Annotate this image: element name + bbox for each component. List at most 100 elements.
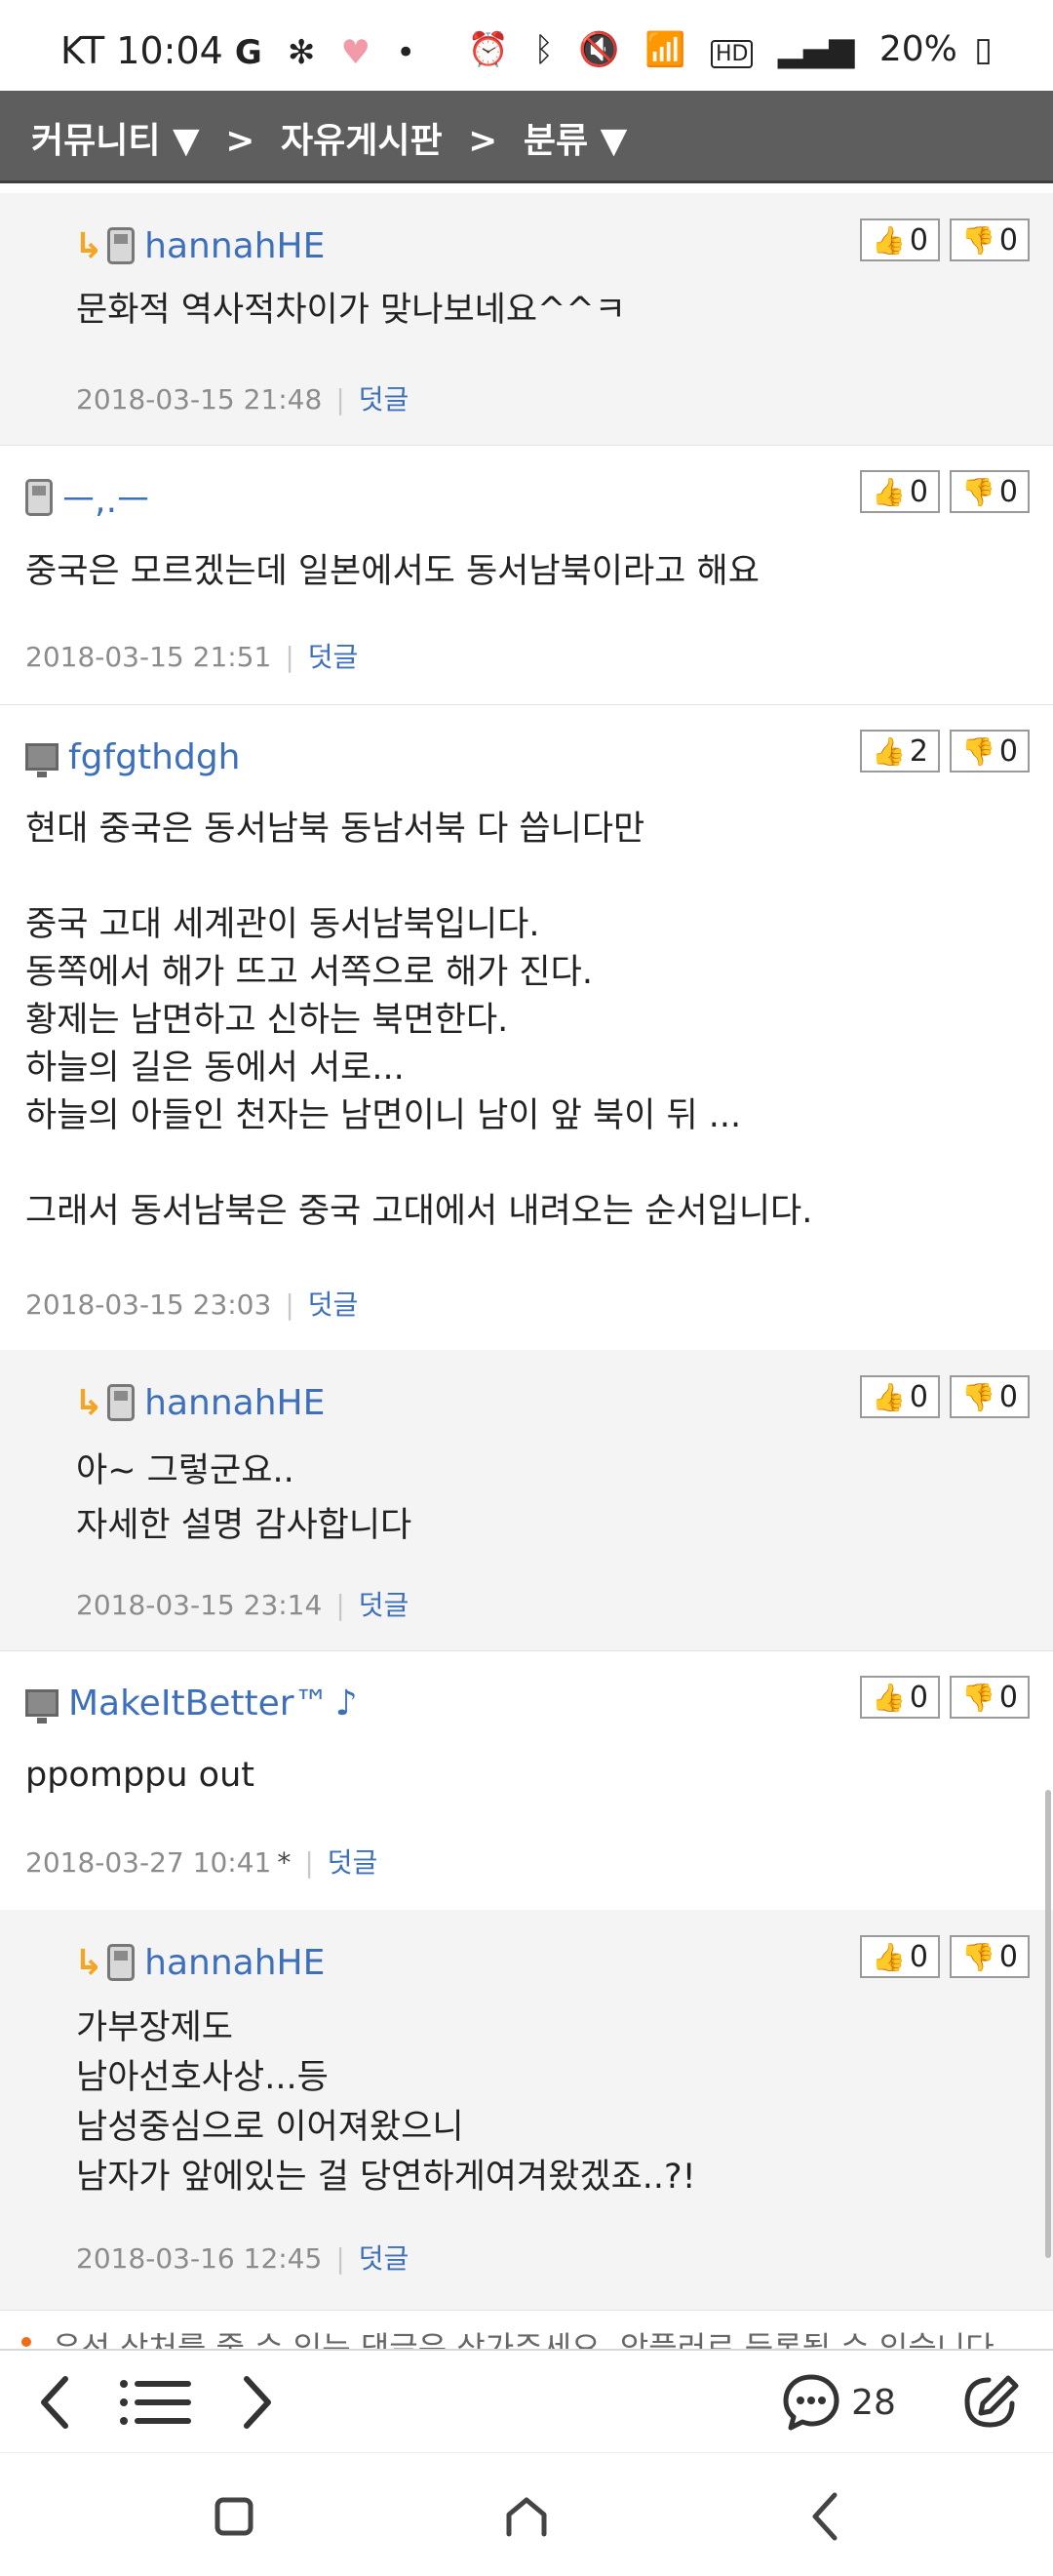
comment-text: 현대 중국은 동서남북 동남서북 다 씁니다만 중국 고대 세계관이 동서남북입… [25, 810, 813, 1231]
vote-buttons: 👍 0 👎 0 [850, 1935, 1030, 1978]
heart-icon: ♥ [340, 33, 370, 72]
recent-apps-icon [214, 2497, 254, 2536]
nav-category[interactable]: 분류 ▼ [524, 121, 627, 161]
comment-header: MakeItBetter™ ♪ [25, 1682, 358, 1724]
home-button[interactable] [488, 2482, 566, 2551]
status-bar: KT 10:04 G ✻ ♥ • ⏰ ᛒ 🔇 📶 HD ▂▄▆ 20% ▯ [0, 0, 1053, 91]
write-button[interactable] [951, 2368, 1029, 2437]
comment-text: 중국은 모르겠는데 일본에서도 동서남북이라고 해요 [25, 552, 760, 591]
hd-icon: HD [710, 40, 754, 68]
mobile-device-icon [107, 1384, 136, 1421]
comment-guideline: 유선 상처를 줄 수 있는 댓글은 삼가주세요. 앞플러로 등록될 수 있습니다… [0, 2310, 1053, 2349]
wifi-icon: 📶 [644, 30, 686, 69]
nav-board[interactable]: 자유게시판 [281, 121, 443, 161]
nav-separator: > [468, 121, 498, 161]
guideline-text: 유선 상처를 줄 수 있는 댓글은 삼가주세요. 앞플러로 등록될 수 있습니다… [53, 2329, 1004, 2349]
back-icon [812, 2492, 838, 2541]
dislike-button[interactable]: 👎 0 [950, 470, 1030, 513]
comment-text: 가부장제도 남아선호사상...등 남성중심으로 이어져왔으니 남자가 앞에있는 … [76, 2008, 696, 2197]
status-right: ⏰ ᛒ 🔇 📶 HD ▂▄▆ 20% ▯ [468, 29, 993, 69]
next-post-button[interactable] [224, 2368, 292, 2437]
dislike-count: 0 [998, 1680, 1018, 1715]
like-button[interactable]: 👍 2 [860, 730, 940, 773]
vote-buttons: 👍 0 👎 0 [850, 218, 1030, 261]
mobile-device-icon [107, 227, 136, 264]
bottom-toolbar: 28 [0, 2349, 1053, 2454]
meta-separator: | [304, 1846, 314, 1879]
like-button[interactable]: 👍 0 [860, 1676, 940, 1719]
comment-header: fgfgthdgh [25, 735, 241, 778]
comment-text: 문화적 역사적차이가 맞나보네요^^ㅋ [76, 291, 626, 330]
comment-author[interactable]: fgfgthdgh [68, 737, 241, 777]
recent-apps-button[interactable] [195, 2482, 273, 2551]
dislike-count: 0 [998, 222, 1018, 258]
comment-author[interactable]: hannahHE [144, 1383, 325, 1423]
prev-post-button[interactable] [20, 2368, 88, 2437]
thumbs-up-icon: 👍 [872, 1681, 906, 1714]
nav-community[interactable]: 커뮤니티 ▼ [31, 121, 200, 161]
scrollbar-thumb[interactable] [1045, 1790, 1051, 2258]
bullet-icon [21, 2337, 31, 2347]
comment-reply: ↳ hannahHE 👍 0 👎 0 가부장제도 남아선호사상...등 남성중심으로… [0, 1910, 1053, 2311]
dislike-button[interactable]: 👎 0 [950, 1375, 1030, 1418]
comment-author[interactable]: hannahHE [144, 1943, 325, 1983]
reply-link[interactable]: 덧글 [359, 2242, 410, 2275]
like-button[interactable]: 👍 0 [860, 1935, 940, 1978]
dislike-button[interactable]: 👎 0 [950, 1935, 1030, 1978]
pinwheel-icon: ✻ [287, 33, 316, 72]
dislike-button[interactable]: 👎 0 [950, 1676, 1030, 1719]
comment-text: 아~ 그렇군요.. 자세한 설명 감사합니다 [76, 1451, 412, 1545]
comment: ㅡ,.ㅡ 👍 0 👎 0 중국은 모르겠는데 일본에서도 동서남북이라고 해요 20… [0, 445, 1053, 705]
comment-author[interactable]: MakeItBetter™ [68, 1684, 330, 1724]
dislike-button[interactable]: 👎 0 [950, 730, 1030, 773]
battery-percent: 20% [878, 29, 957, 69]
comment-meta: 2018-03-15 23:14 | 덧글 [76, 1584, 409, 1623]
alarm-icon: ⏰ [467, 30, 510, 69]
reply-link[interactable]: 덧글 [359, 383, 410, 416]
like-button[interactable]: 👍 0 [860, 1375, 940, 1418]
thumbs-down-icon: 👎 [961, 734, 995, 768]
chevron-left-icon [41, 2376, 68, 2429]
thumbs-up-icon: 👍 [872, 1380, 906, 1413]
dislike-count: 0 [998, 1939, 1018, 1974]
dislike-count: 0 [998, 733, 1018, 769]
vote-buttons: 👍 0 👎 0 [850, 1375, 1030, 1418]
board-nav-header: 커뮤니티 ▼ > 자유게시판 > 분류 ▼ [0, 91, 1053, 183]
comment-date: 2018-03-15 23:14 [76, 1589, 323, 1621]
like-count: 0 [909, 474, 928, 509]
like-count: 2 [909, 733, 928, 769]
breadcrumb: 커뮤니티 ▼ > 자유게시판 > 분류 ▼ [31, 112, 641, 163]
comment: MakeItBetter™ ♪ 👍 0 👎 0 ppomppu out 2018-0… [0, 1650, 1053, 1911]
comment-author[interactable]: ㅡ,.ㅡ [62, 472, 149, 523]
dislike-count: 0 [998, 1379, 1018, 1414]
reply-link[interactable]: 덧글 [359, 1589, 410, 1621]
list-button[interactable] [112, 2368, 200, 2437]
reply-link[interactable]: 덧글 [328, 1846, 378, 1879]
thumbs-up-icon: 👍 [872, 1940, 906, 1973]
comment-author[interactable]: hannahHE [144, 226, 325, 266]
reply-link[interactable]: 덧글 [308, 641, 359, 673]
comment-reply: ↳ hannahHE 👍 0 👎 0 문화적 역사적차이가 맞나보네요^^ㅋ 201… [0, 193, 1053, 446]
meta-separator: | [285, 641, 294, 673]
back-button[interactable] [785, 2482, 863, 2551]
comment-date: 2018-03-15 23:03 [25, 1288, 272, 1321]
like-button[interactable]: 👍 0 [860, 218, 940, 261]
meta-separator: | [335, 383, 345, 416]
comment-header: ㅡ,.ㅡ [25, 476, 149, 521]
meta-separator: | [335, 2242, 345, 2275]
thumbs-down-icon: 👎 [961, 475, 995, 508]
like-count: 0 [909, 1680, 928, 1715]
status-left: KT 10:04 G ✻ ♥ • [60, 29, 429, 72]
thumbs-down-icon: 👎 [961, 1940, 995, 1973]
home-icon [506, 2497, 547, 2537]
comment-reply: ↳ hannahHE 👍 0 👎 0 아~ 그렇군요.. 자세한 설명 감사합니다 … [0, 1350, 1053, 1651]
comment-header: ↳ hannahHE [74, 224, 325, 267]
reply-link[interactable]: 덧글 [308, 1288, 359, 1321]
thumbs-down-icon: 👎 [961, 1681, 995, 1714]
comments-button[interactable]: 28 [770, 2368, 907, 2437]
reply-arrow-icon: ↳ [74, 1942, 104, 1983]
edited-mark: * [277, 1846, 292, 1879]
like-button[interactable]: 👍 0 [860, 470, 940, 513]
dislike-button[interactable]: 👎 0 [950, 218, 1030, 261]
chevron-right-icon [244, 2376, 271, 2429]
